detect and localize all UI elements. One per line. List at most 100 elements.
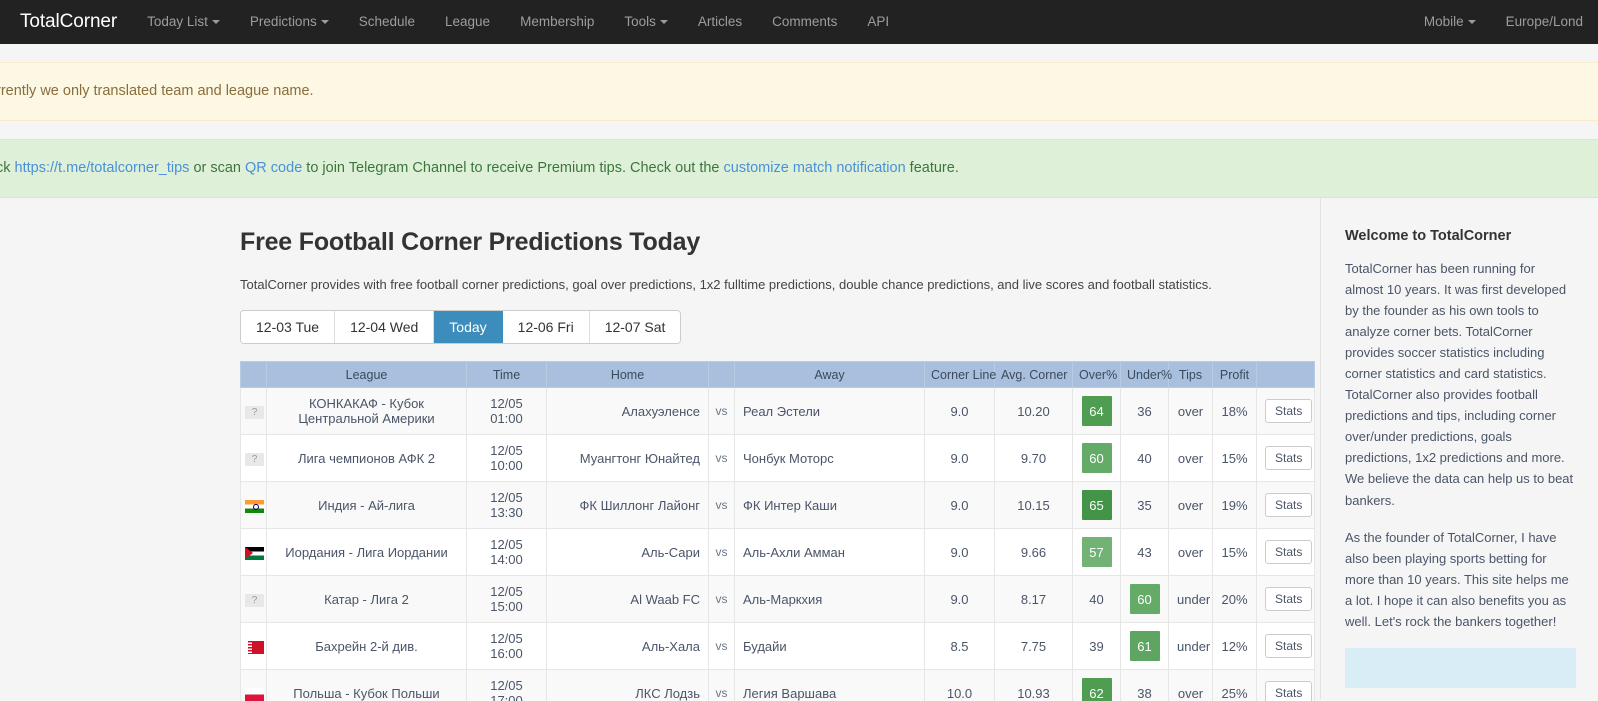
- cell-home-team[interactable]: Аль-Сари: [546, 528, 709, 577]
- cell-corner-line: 9.0: [924, 387, 995, 436]
- nav-item-mobile[interactable]: Mobile: [1409, 0, 1491, 44]
- th-time[interactable]: Time: [466, 361, 547, 389]
- th-away[interactable]: Away: [734, 361, 925, 389]
- cell-away-team[interactable]: Аль-Маркхия: [734, 575, 925, 624]
- cell-home-team[interactable]: ЛКС Лодзь: [546, 669, 709, 701]
- nav-item-comments[interactable]: Comments: [757, 0, 852, 44]
- under-value: 40: [1137, 450, 1152, 466]
- under-value: 35: [1137, 497, 1152, 513]
- th-profit[interactable]: Profit: [1212, 361, 1257, 389]
- cell-tips: over: [1168, 481, 1213, 530]
- over-badge: 62: [1081, 678, 1112, 701]
- th-home[interactable]: Home: [546, 361, 709, 389]
- cell-home-team[interactable]: Аль-Хала: [546, 622, 709, 671]
- cell-away-team[interactable]: Легия Варшава: [734, 669, 925, 701]
- table-row[interactable]: ? Лига чемпионов АФК 2 12/05 10:00 Муангтон…: [240, 434, 1315, 483]
- cell-league[interactable]: Индия - Ай-лига: [266, 481, 467, 530]
- cell-away-team[interactable]: Чонбук Моторс: [734, 434, 925, 483]
- top-navbar: TotalCorner Today List Predictions Sched…: [0, 0, 1598, 44]
- th-corner-line[interactable]: Corner Line: [924, 361, 996, 389]
- stats-button[interactable]: Stats: [1265, 446, 1313, 471]
- stats-button[interactable]: Stats: [1265, 587, 1313, 612]
- cell-tips: over: [1168, 434, 1213, 483]
- nav-item-tools[interactable]: Tools: [609, 0, 683, 44]
- table-body: ? КОНКАКАФ - Кубок Центральной Америки 12/…: [240, 387, 1315, 701]
- cell-league[interactable]: Бахрейн 2-й див.: [266, 622, 467, 671]
- sidebar-paragraph-2: As the founder of TotalCorner, I have al…: [1345, 529, 1569, 629]
- cell-over-pct: 39: [1072, 622, 1121, 671]
- stats-button[interactable]: Stats: [1265, 681, 1313, 701]
- nav-item-schedule[interactable]: Schedule: [344, 0, 430, 44]
- sidebar-info-box: [1345, 647, 1576, 688]
- nav-item-today-list[interactable]: Today List: [132, 0, 235, 44]
- cell-corner-line: 9.0: [924, 528, 995, 577]
- cell-league[interactable]: Лига чемпионов АФК 2: [266, 434, 467, 483]
- date-tab-group: 12-03 Tue 12-04 Wed Today 12-06 Fri 12-0…: [240, 310, 682, 345]
- stats-button[interactable]: Stats: [1265, 493, 1313, 518]
- cell-away-team[interactable]: Аль-Ахли Амман: [734, 528, 925, 577]
- table-row[interactable]: Польша - Кубок Польши 12/05 17:00 ЛКС Лодз…: [240, 669, 1315, 701]
- table-row[interactable]: Бахрейн 2-й див. 12/05 16:00 Аль-Хала vs Буд…: [240, 622, 1315, 671]
- page-subtitle: TotalCorner provides with free football …: [240, 277, 1212, 292]
- telegram-link[interactable]: https://t.me/totalcorner_tips: [15, 160, 190, 176]
- cell-league[interactable]: КОНКАКАФ - Кубок Центральной Америки: [266, 387, 467, 436]
- cell-corner-line: 9.0: [924, 481, 995, 530]
- nav-right-menu: Mobile Europe/Lond: [1409, 0, 1598, 44]
- table-row[interactable]: ? КОНКАКАФ - Кубок Центральной Америки 12/…: [240, 387, 1315, 436]
- table-row[interactable]: Индия - Ай-лига 12/05 13:30 ФК Шиллонг Лай…: [240, 481, 1315, 530]
- stats-button[interactable]: Stats: [1265, 540, 1313, 565]
- cell-under-pct: 36: [1120, 387, 1169, 436]
- cell-flag: ?: [240, 387, 267, 436]
- table-row[interactable]: Иордания - Лига Иордании 12/05 14:00 Аль-С…: [240, 528, 1315, 577]
- cell-avg-corner: 9.70: [994, 434, 1073, 483]
- cell-home-team[interactable]: Al Waab FC: [546, 575, 709, 624]
- cell-away-team[interactable]: Будайи: [734, 622, 925, 671]
- cell-vs-label: vs: [708, 434, 735, 483]
- cell-league[interactable]: Катар - Лига 2: [266, 575, 467, 624]
- cell-league[interactable]: Польша - Кубок Польши: [266, 669, 467, 701]
- table-row[interactable]: ? Катар - Лига 2 12/05 15:00 Al Waab FC vs Ал…: [240, 575, 1315, 624]
- nav-item-predictions[interactable]: Predictions: [235, 0, 344, 44]
- telegram-alert: ck https://t.me/totalcorner_tips or scan…: [0, 139, 1598, 198]
- date-tab-12-06[interactable]: 12-06 Fri: [502, 311, 590, 344]
- customize-notification-link[interactable]: customize match notification: [724, 160, 906, 176]
- stats-button[interactable]: Stats: [1265, 399, 1313, 424]
- nav-item-api[interactable]: API: [852, 0, 904, 44]
- th-flag: [240, 361, 267, 389]
- nav-item-articles[interactable]: Articles: [683, 0, 757, 44]
- cell-away-team[interactable]: Реал Эстели: [734, 387, 925, 436]
- cell-home-team[interactable]: Муангтонг Юнайтед: [546, 434, 709, 483]
- country-flag-icon: ?: [245, 452, 264, 466]
- stats-button[interactable]: Stats: [1265, 634, 1313, 659]
- date-tab-today[interactable]: Today: [434, 311, 503, 344]
- nav-item-timezone[interactable]: Europe/Lond: [1491, 0, 1598, 44]
- nav-item-membership[interactable]: Membership: [505, 0, 609, 44]
- cell-under-pct: 60: [1120, 575, 1169, 624]
- th-tips[interactable]: Tips: [1168, 361, 1213, 389]
- brand-logo[interactable]: TotalCorner: [2, 11, 132, 33]
- chevron-down-icon: [211, 20, 220, 25]
- th-league[interactable]: League: [266, 361, 467, 389]
- under-value: 36: [1137, 403, 1152, 419]
- cell-home-team[interactable]: Алахуэленсе: [546, 387, 709, 436]
- page-body: Free Football Corner Predictions Today T…: [0, 198, 1598, 701]
- country-flag-icon: [245, 687, 264, 701]
- cell-profit: 12%: [1212, 622, 1257, 671]
- qr-code-link[interactable]: QR code: [245, 160, 302, 176]
- th-over-pct[interactable]: Over%: [1072, 361, 1121, 389]
- cell-tips: under: [1168, 575, 1213, 624]
- date-tab-12-03[interactable]: 12-03 Tue: [241, 311, 336, 344]
- cell-over-pct: 64: [1072, 387, 1121, 436]
- date-tab-12-04[interactable]: 12-04 Wed: [335, 311, 435, 344]
- th-avg-corner[interactable]: Avg. Corner: [994, 361, 1073, 389]
- cell-home-team[interactable]: ФК Шиллонг Лайонг: [546, 481, 709, 530]
- nav-label: Tools: [624, 14, 656, 29]
- th-under-pct[interactable]: Under%: [1120, 361, 1172, 389]
- cell-league[interactable]: Иордания - Лига Иордании: [266, 528, 467, 577]
- nav-item-league[interactable]: League: [430, 0, 505, 44]
- chevron-down-icon: [659, 20, 668, 25]
- cell-away-team[interactable]: ФК Интер Каши: [734, 481, 925, 530]
- cell-time: 12/05 17:00: [466, 669, 547, 701]
- date-tab-12-07[interactable]: 12-07 Sat: [589, 311, 681, 344]
- cell-over-pct: 60: [1072, 434, 1121, 483]
